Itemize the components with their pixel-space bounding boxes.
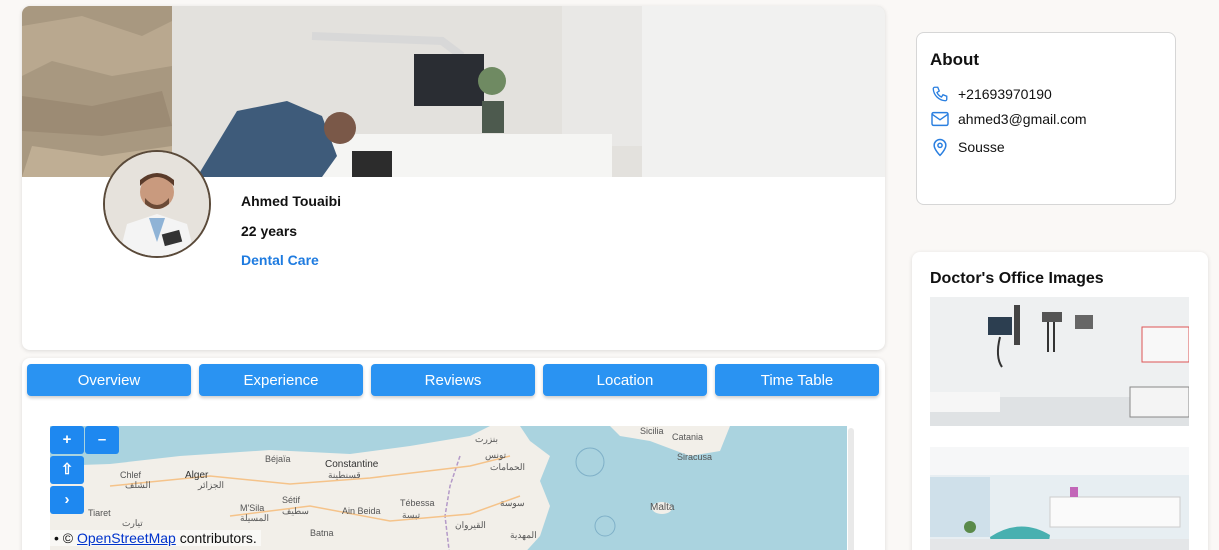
zoom-out-button[interactable]: – [85, 426, 119, 454]
map-label: تونس [485, 450, 507, 461]
details-card: Overview Experience Reviews Location Tim… [22, 358, 885, 550]
locate-button[interactable]: ⇧ [50, 456, 84, 484]
about-card: About +21693970190 ahmed3@gmail.com Sous… [916, 32, 1176, 205]
tab-time-table[interactable]: Time Table [715, 364, 879, 396]
doctor-specialty[interactable]: Dental Care [241, 252, 319, 268]
osm-link[interactable]: OpenStreetMap [77, 530, 176, 546]
about-title: About [930, 50, 980, 69]
doctor-age: 22 years [241, 223, 298, 239]
phone-row[interactable]: +21693970190 [930, 85, 1052, 103]
map-label: سطيف [282, 506, 309, 516]
tab-overview[interactable]: Overview [27, 364, 191, 396]
map-label: M'Sila [240, 503, 264, 513]
map-label: Sétif [282, 495, 301, 505]
profile-card: Ahmed Touaibi 22 years Dental Care [22, 6, 885, 350]
tab-experience[interactable]: Experience [199, 364, 363, 396]
map-label: الحمامات [490, 462, 525, 472]
tab-location[interactable]: Location [543, 364, 707, 396]
phone-icon [932, 86, 948, 102]
attribution-suffix: contributors. [175, 530, 257, 546]
attribution-prefix: • © [54, 530, 77, 546]
map-label: قسنطينة [328, 470, 361, 480]
map-label: Tiaret [88, 508, 111, 518]
office-images-title: Doctor's Office Images [930, 270, 1104, 287]
map-label: سوسة [500, 498, 525, 509]
map-label: Batna [310, 528, 334, 538]
map-label: القيروان [455, 520, 486, 531]
office-image[interactable] [930, 447, 1189, 550]
tab-reviews[interactable]: Reviews [371, 364, 535, 396]
email-row[interactable]: ahmed3@gmail.com [930, 111, 1087, 127]
map-label: المهدية [510, 530, 537, 541]
map-label: Siracusa [677, 452, 712, 462]
map-attribution: • © OpenStreetMap contributors. [50, 530, 261, 546]
map-label: Ain Beida [342, 506, 381, 516]
office-image[interactable] [930, 297, 1189, 426]
mail-icon [931, 111, 949, 127]
expand-button[interactable]: › [50, 486, 84, 514]
map-label: تبسة [402, 510, 421, 520]
doctor-name: Ahmed Touaibi [241, 193, 342, 209]
location-pin-icon [933, 138, 947, 157]
map-label: Sicilia [640, 426, 664, 436]
phone-text: +21693970190 [958, 86, 1052, 102]
map-label: Catania [672, 432, 703, 442]
email-text: ahmed3@gmail.com [958, 111, 1087, 127]
location-text: Sousse [958, 139, 1005, 155]
scrollbar[interactable] [848, 428, 854, 550]
map-label: المسيلة [240, 513, 269, 523]
avatar [103, 150, 211, 258]
office-images-card: Doctor's Office Images [912, 252, 1208, 550]
location-row: Sousse [930, 137, 1005, 157]
location-map[interactable]: Sicilia Catania Siracusa بنزرت تونس Béja… [50, 426, 847, 550]
map-label: تيارت [122, 518, 143, 529]
map-label: Chlef [120, 470, 142, 480]
map-label: Malta [650, 502, 675, 513]
map-label: Béjaïa [265, 454, 291, 464]
map-label: الشلف [125, 480, 151, 490]
map-label: Tébessa [400, 498, 435, 508]
map-label: بنزرت [475, 434, 498, 445]
map-label: الجزائر [197, 480, 224, 491]
zoom-in-button[interactable]: + [50, 426, 84, 454]
map-label: Constantine [325, 459, 379, 470]
